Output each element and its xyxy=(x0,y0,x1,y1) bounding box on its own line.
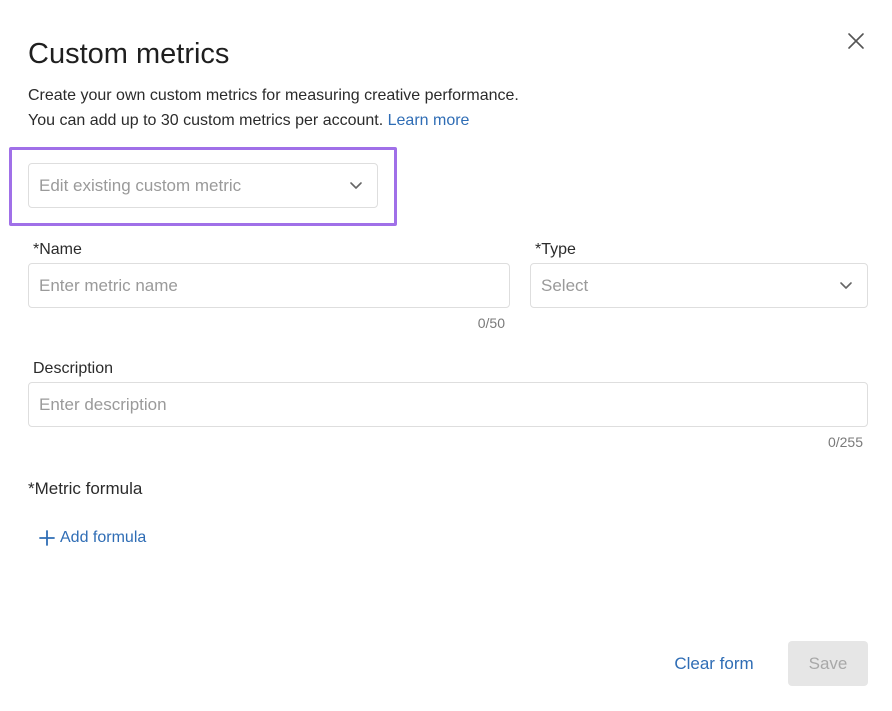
dialog-description: Create your own custom metrics for measu… xyxy=(28,83,519,133)
edit-existing-placeholder: Edit existing custom metric xyxy=(39,175,242,195)
dialog-title: Custom metrics xyxy=(28,38,230,70)
type-placeholder: Select xyxy=(541,275,589,295)
subtitle-line-2: You can add up to 30 custom metrics per … xyxy=(28,108,519,133)
subtitle-line-2-text: You can add up to 30 custom metrics per … xyxy=(28,112,384,129)
close-button[interactable] xyxy=(843,28,869,54)
description-label: Description xyxy=(33,360,114,377)
custom-metrics-dialog: Custom metrics Create your own custom me… xyxy=(0,0,892,711)
plus-icon xyxy=(39,530,55,546)
name-char-counter: 0/50 xyxy=(477,315,505,331)
add-formula-button[interactable]: Add formula xyxy=(38,529,146,547)
description-input[interactable] xyxy=(28,382,868,427)
name-label: *Name xyxy=(33,241,82,258)
edit-existing-metric-select[interactable]: Edit existing custom metric xyxy=(28,163,378,208)
type-label: *Type xyxy=(535,241,576,258)
type-select[interactable]: Select xyxy=(530,263,868,308)
clear-form-button[interactable]: Clear form xyxy=(664,643,764,685)
subtitle-line-1: Create your own custom metrics for measu… xyxy=(28,87,519,104)
chevron-down-icon xyxy=(350,181,362,189)
add-formula-label: Add formula xyxy=(60,529,147,546)
close-icon xyxy=(848,33,864,49)
save-button[interactable]: Save xyxy=(788,641,868,686)
learn-more-link[interactable]: Learn more xyxy=(388,112,470,129)
metric-formula-label: *Metric formula xyxy=(28,479,143,498)
metric-name-input[interactable] xyxy=(28,263,510,308)
description-char-counter: 0/255 xyxy=(827,434,863,450)
chevron-down-icon xyxy=(840,281,852,289)
